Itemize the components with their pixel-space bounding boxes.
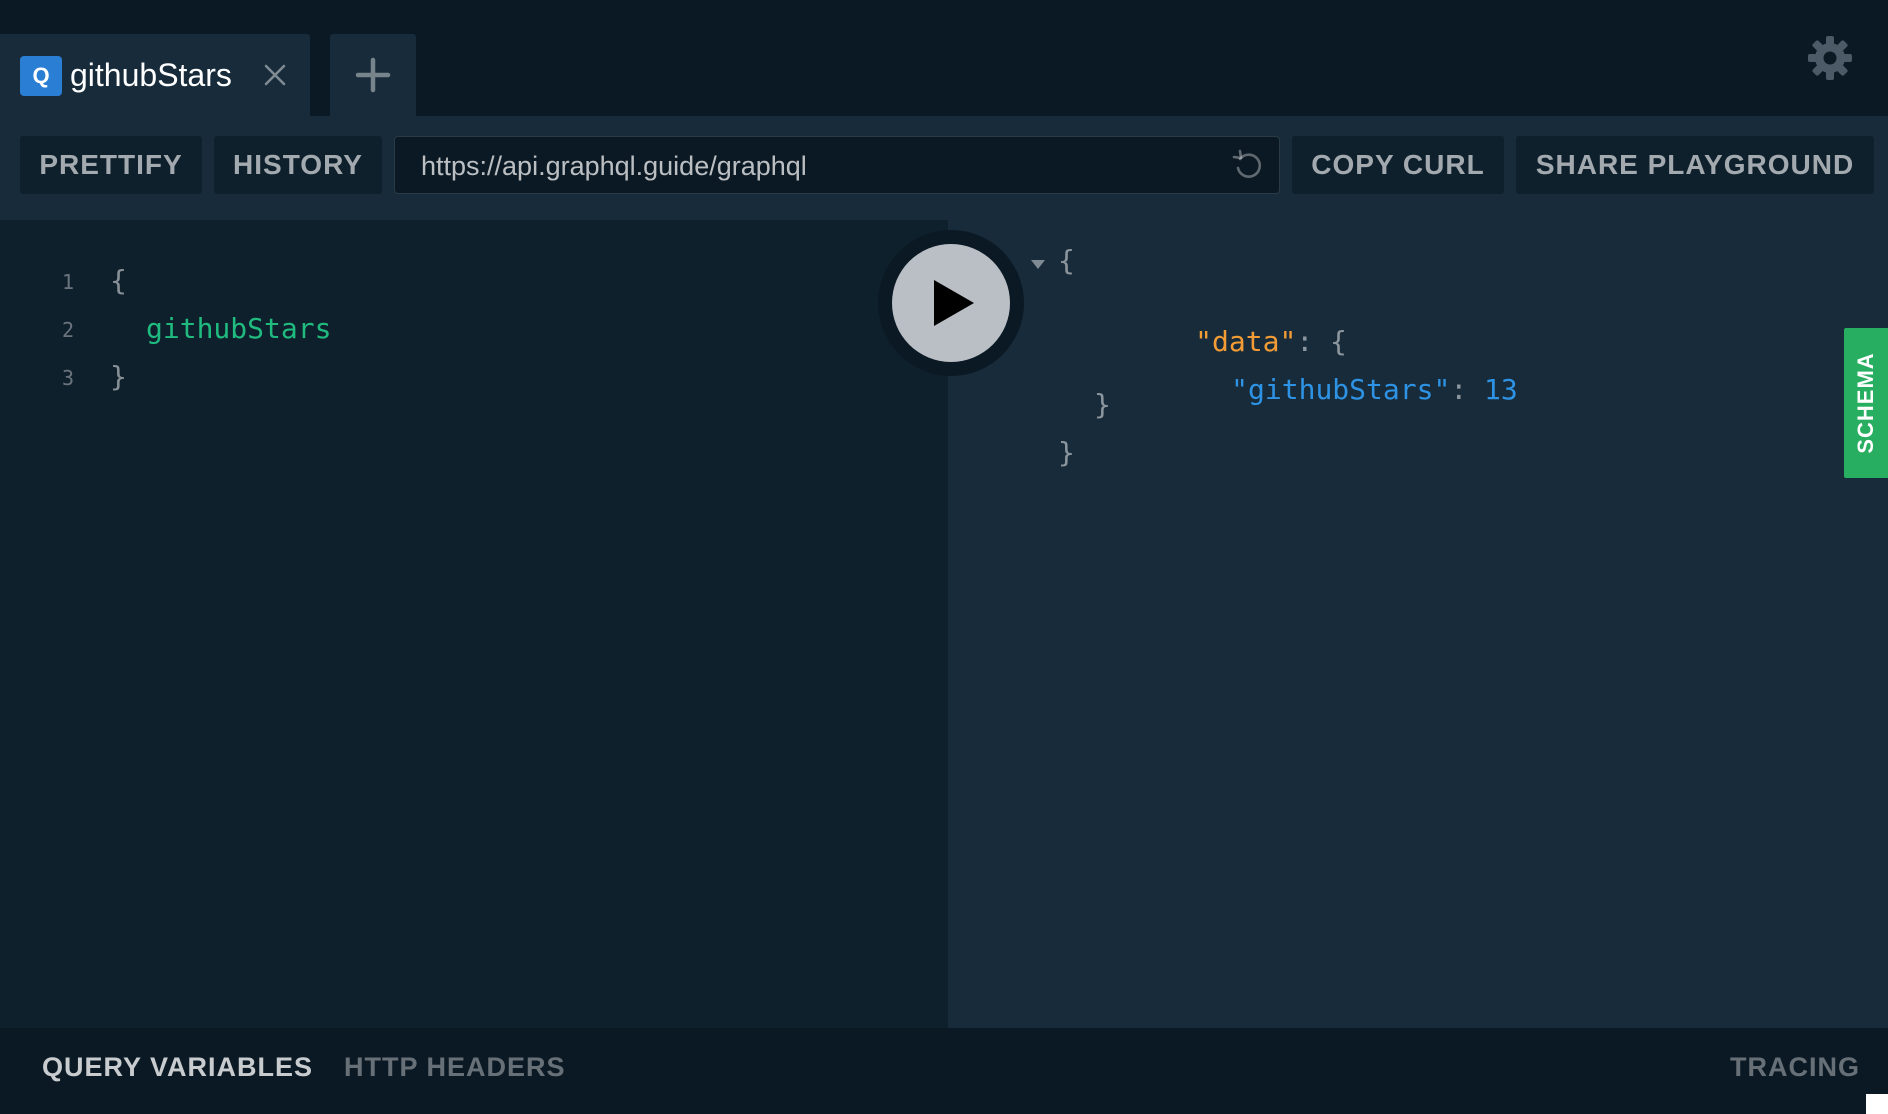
play-icon [934, 280, 974, 326]
json-key-githubstars: "githubStars" [1231, 373, 1451, 406]
tab-query-variables[interactable]: QUERY VARIABLES [42, 1052, 313, 1083]
graphql-playground: Q githubStars PRETTIFY HISTORY https://a… [0, 0, 1888, 1114]
line-number: 1 [61, 270, 75, 294]
schema-tab[interactable]: SCHEMA [1844, 328, 1888, 478]
close-icon[interactable] [262, 62, 288, 88]
endpoint-field[interactable] [394, 136, 1280, 195]
json-inner-close-brace: } [1094, 388, 1111, 421]
line-number: 3 [61, 366, 75, 390]
caret-down-icon[interactable] [1030, 258, 1046, 270]
query-badge: Q [20, 56, 62, 96]
history-button[interactable]: HISTORY [214, 136, 382, 194]
run-query-button[interactable] [892, 244, 1010, 362]
query-close-brace: } [110, 360, 127, 393]
reload-icon[interactable] [1231, 149, 1265, 183]
plus-icon [355, 57, 391, 93]
query-editor[interactable]: 1 2 3 { githubStars } [0, 220, 948, 1028]
query-open-brace: { [110, 264, 127, 297]
tab-title: githubStars [70, 57, 232, 93]
line-number: 2 [61, 318, 75, 342]
prettify-button[interactable]: PRETTIFY [20, 136, 202, 194]
endpoint-url-input[interactable] [419, 137, 1223, 195]
query-field-githubstars: githubStars [146, 312, 332, 345]
bottom-bar: QUERY VARIABLES HTTP HEADERS TRACING [0, 1028, 1888, 1114]
toolbar: PRETTIFY HISTORY COPY CURL SHARE PLAYGRO… [0, 116, 1888, 220]
tab-githubstars[interactable]: Q githubStars [0, 34, 310, 116]
json-colon: : [1450, 373, 1468, 406]
result-viewer: { "data": { "githubStars": 13 } } [948, 220, 1888, 1028]
schema-tab-label: SCHEMA [1853, 352, 1878, 454]
copy-curl-button[interactable]: COPY CURL [1292, 136, 1504, 194]
result-open-brace: { [1058, 244, 1075, 277]
result-close-brace: } [1058, 436, 1075, 469]
json-value: 13 [1484, 373, 1518, 406]
tab-tracing[interactable]: TRACING [1730, 1052, 1860, 1083]
gear-icon[interactable] [1806, 34, 1854, 82]
share-playground-button[interactable]: SHARE PLAYGROUND [1516, 136, 1874, 194]
tab-bar: Q githubStars [0, 0, 1888, 116]
add-tab-button[interactable] [330, 34, 416, 116]
result-field-line: "githubStars": 13 [1130, 340, 1518, 439]
corner-mark [1866, 1094, 1888, 1114]
tab-http-headers[interactable]: HTTP HEADERS [344, 1052, 566, 1083]
